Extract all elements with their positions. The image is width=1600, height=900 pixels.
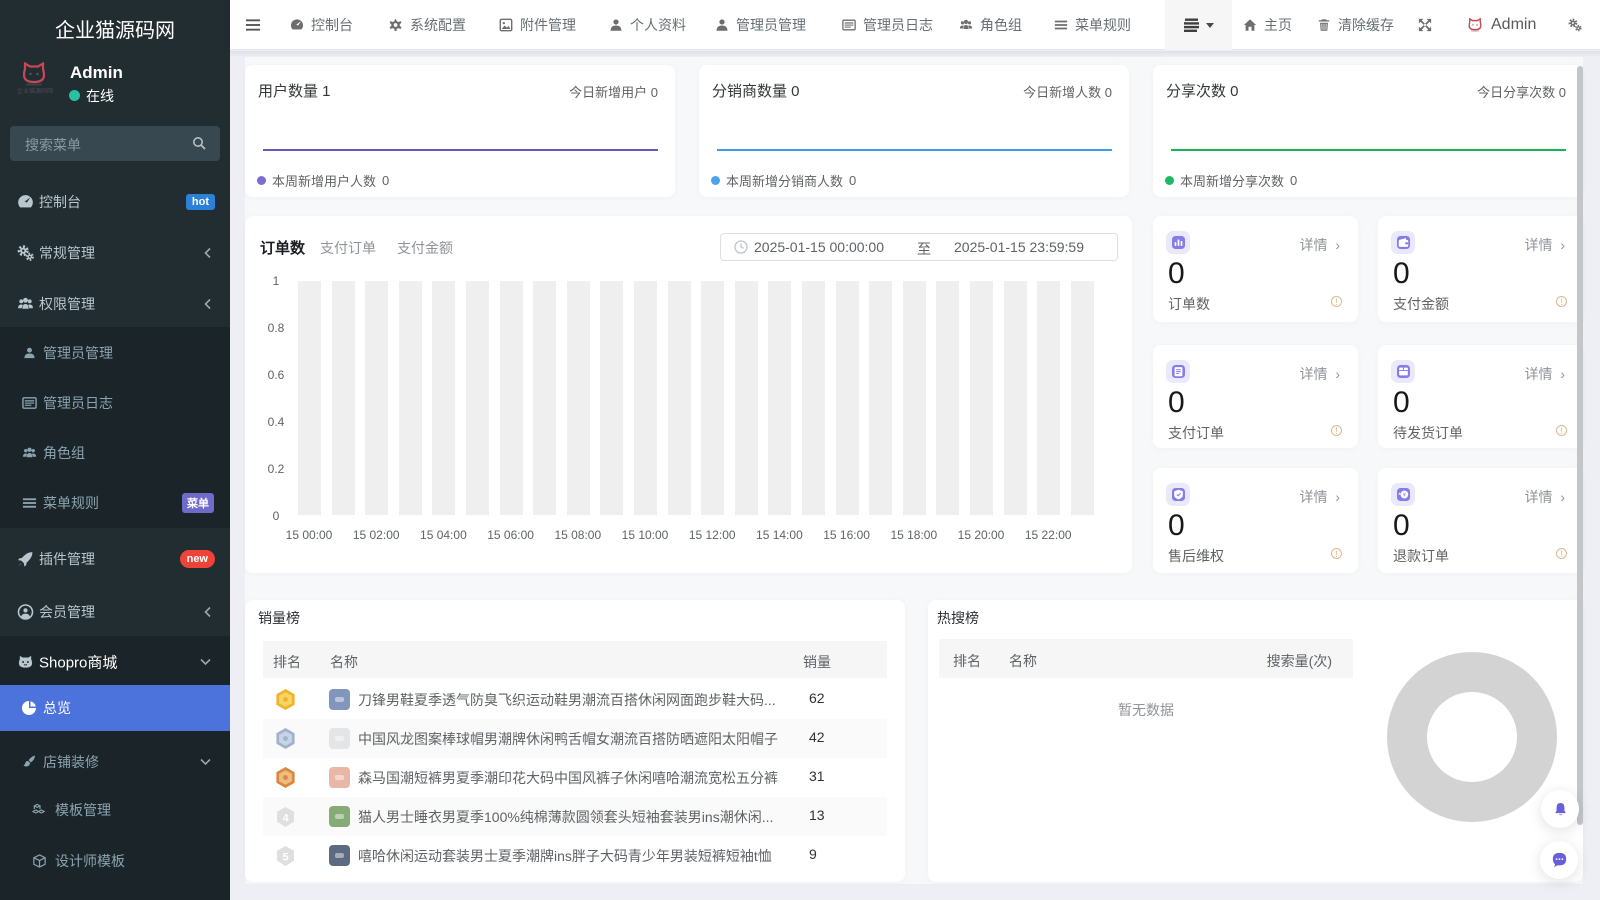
svg-text:5: 5 (282, 851, 288, 863)
svg-text:4: 4 (282, 812, 289, 824)
